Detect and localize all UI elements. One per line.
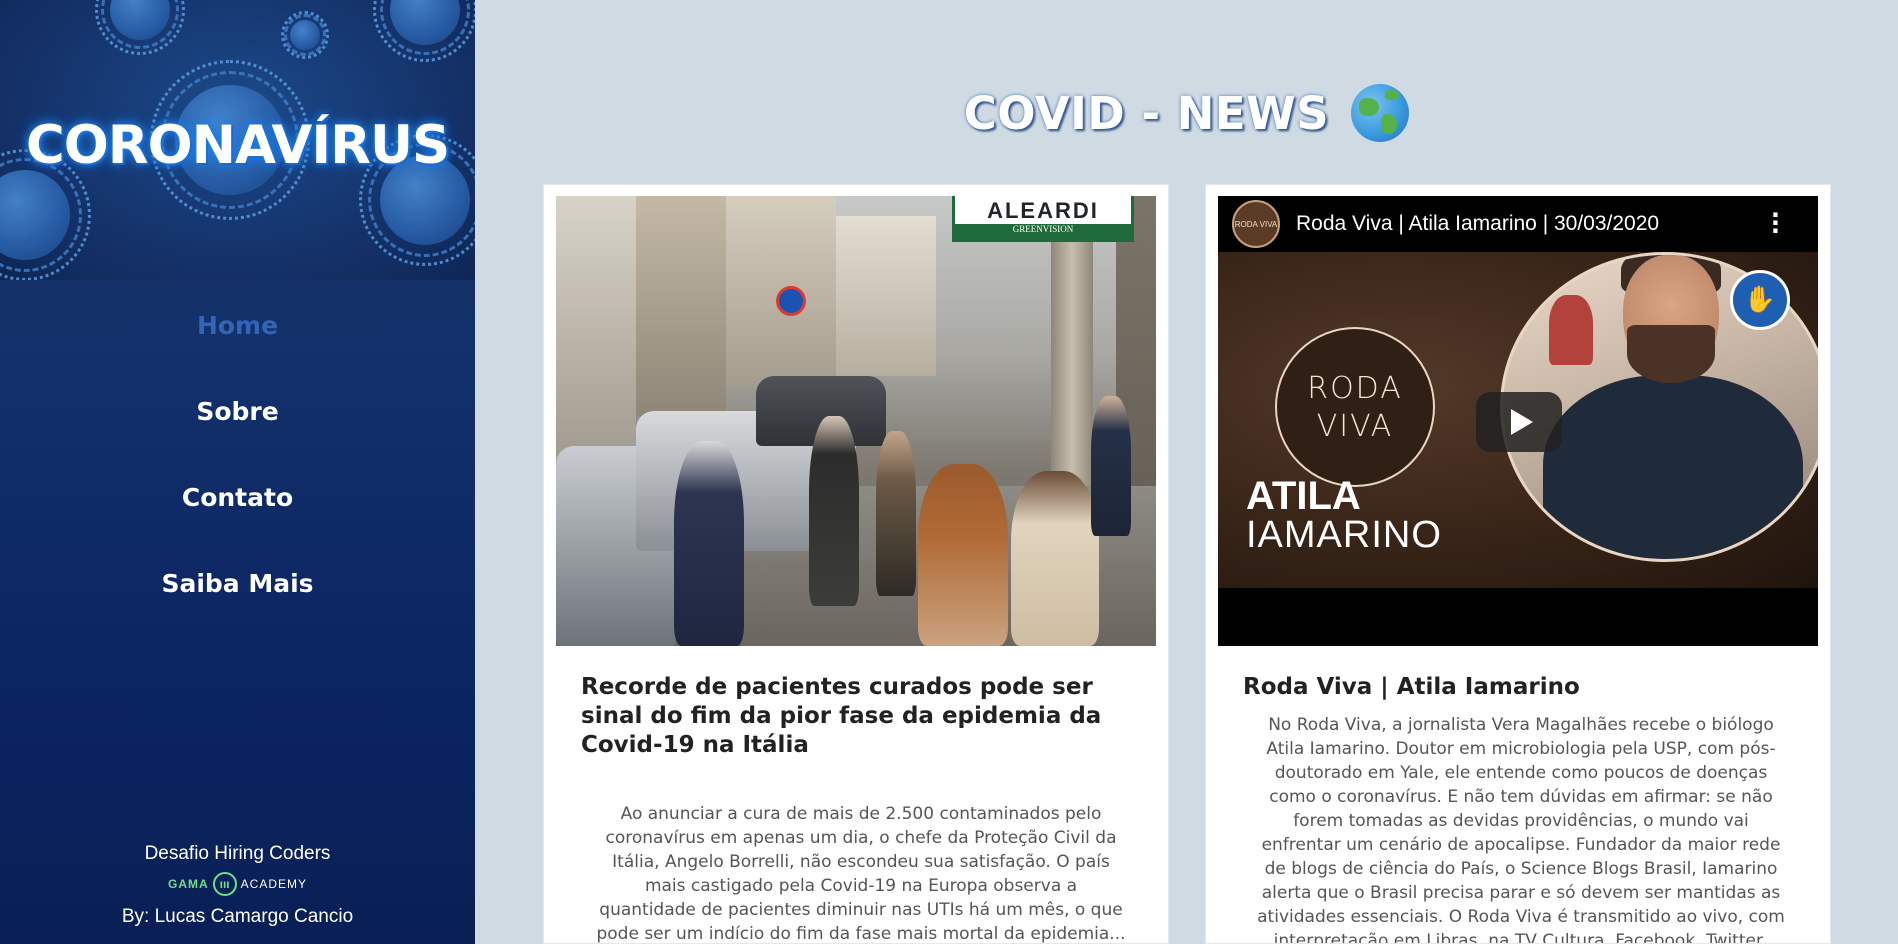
video-title[interactable]: Roda Viva | Atila Iamarino | 30/03/2020: [1296, 212, 1659, 236]
author-credit: By: Lucas Camargo Cancio: [121, 906, 354, 927]
page-title-text: COVID - NEWS: [963, 86, 1330, 140]
news-title[interactable]: Recorde de pacientes curados pode ser si…: [581, 673, 1141, 760]
globe-icon: [1351, 84, 1410, 142]
more-options-icon[interactable]: · · ·: [1771, 203, 1780, 243]
shop-sign-subtext: GREENVISION: [955, 224, 1131, 239]
shop-sign: ALEARDI GREENVISION: [952, 196, 1134, 242]
thumb-name-first: ATILA: [1246, 474, 1361, 518]
hero-banner: CORONAVÍRUS: [0, 0, 475, 280]
sidebar-footer: Desafio Hiring Coders GAMA ııı ACADEMY B…: [0, 843, 475, 928]
nav-item-saiba-mais[interactable]: Saiba Mais: [0, 548, 475, 634]
news-excerpt: Ao anunciar a cura de mais de 2.500 cont…: [596, 804, 1126, 944]
news-card: RODA VIVA Roda Viva | Atila Iamarino | 3…: [1205, 184, 1831, 944]
roda-viva-logo-line1: RODA: [1307, 371, 1403, 406]
street-photo: ALEARDI GREENVISION: [556, 196, 1156, 646]
nav-item-home[interactable]: Home: [0, 290, 475, 376]
hero-title: CORONAVÍRUS: [25, 115, 450, 176]
gama-label: GAMA: [167, 877, 209, 891]
channel-avatar[interactable]: RODA VIVA: [1232, 200, 1280, 248]
play-button[interactable]: [1476, 392, 1562, 452]
sidebar: CORONAVÍRUS Home Sobre Contato Saiba Mai…: [0, 0, 475, 944]
nav-item-contato[interactable]: Contato: [0, 462, 475, 548]
page-title: COVID - NEWS: [475, 84, 1898, 142]
virus-decoration: [0, 170, 70, 260]
news-title[interactable]: Roda Viva | Atila Iamarino: [1243, 673, 1803, 702]
gama-academy-logo: GAMA ııı ACADEMY: [0, 870, 475, 898]
main-content: COVID - NEWS ALEARDI GREENVISION Recorde…: [475, 0, 1898, 944]
gama-logo-icon: ııı: [212, 872, 237, 896]
virus-decoration: [110, 0, 170, 40]
challenge-credit: Desafio Hiring Coders: [144, 843, 331, 864]
nav-item-sobre[interactable]: Sobre: [0, 376, 475, 462]
roda-viva-logo: RODA VIVA: [1275, 327, 1435, 487]
academy-label: ACADEMY: [240, 877, 307, 891]
virus-decoration: [290, 20, 320, 50]
news-image[interactable]: ALEARDI GREENVISION: [556, 196, 1156, 646]
video-player: RODA VIVA Roda Viva | Atila Iamarino | 3…: [1218, 196, 1818, 646]
shop-sign-text: ALEARDI: [987, 198, 1099, 223]
sign-language-icon: ✋: [1730, 270, 1790, 330]
news-excerpt: No Roda Viva, a jornalista Vera Magalhãe…: [1257, 715, 1785, 944]
video-embed[interactable]: RODA VIVA Roda Viva | Atila Iamarino | 3…: [1218, 196, 1818, 646]
virus-decoration: [390, 0, 460, 45]
thumb-name-last: IAMARINO: [1246, 514, 1442, 556]
video-header: RODA VIVA Roda Viva | Atila Iamarino | 3…: [1218, 196, 1818, 252]
roda-viva-logo-line2: VIVA: [1316, 409, 1394, 444]
main-nav: Home Sobre Contato Saiba Mais: [0, 290, 475, 634]
news-card: ALEARDI GREENVISION Recorde de pacientes…: [543, 184, 1169, 944]
